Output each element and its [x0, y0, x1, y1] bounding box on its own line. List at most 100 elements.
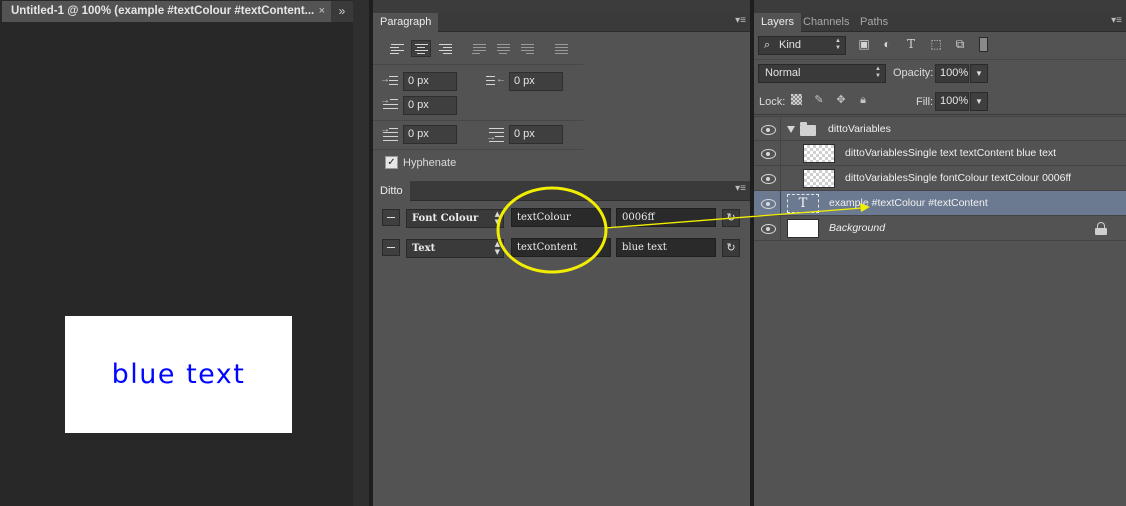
document-tab[interactable]: Untitled-1 @ 100% (example #textColour #… [2, 1, 331, 22]
lock-transparent-pixels-icon[interactable] [790, 93, 804, 107]
eye-icon[interactable] [760, 171, 776, 185]
layer-thumbnail [803, 169, 835, 188]
image-filter-icon[interactable]: ▣ [856, 37, 872, 52]
indent-left-icon: → [380, 74, 398, 90]
justify-last-right-icon[interactable] [517, 40, 537, 57]
layer-name: example #textColour #textContent [829, 197, 988, 209]
panel-menu-icon[interactable]: ▾≡ [735, 15, 746, 26]
indent-right-icon: ← [486, 74, 506, 90]
layer-row-selected[interactable]: T example #textColour #textContent [754, 190, 1126, 215]
value-field[interactable]: blue text [616, 238, 716, 257]
indent-right-field[interactable]: 0 px [509, 72, 563, 91]
canvas-text: blue text [111, 359, 246, 390]
collapse-strip [373, 0, 750, 13]
property-select[interactable]: Font Colour ▲ ▼ [406, 209, 504, 228]
divider [373, 149, 583, 150]
layer-row-background[interactable]: Background [754, 215, 1126, 240]
align-right-icon[interactable] [435, 40, 455, 57]
eye-icon[interactable] [760, 221, 776, 235]
layer-row-group[interactable]: dittoVariables [754, 116, 1126, 141]
eye-icon[interactable] [760, 122, 776, 136]
value-field[interactable]: 0006ff [616, 208, 716, 227]
property-select-value: Text [412, 243, 436, 254]
document-area: Untitled-1 @ 100% (example #textColour #… [0, 0, 353, 506]
hyphenate-label: Hyphenate [403, 157, 457, 169]
shape-filter-icon[interactable]: ⬚ [928, 37, 944, 52]
indent-first-line-field[interactable]: 0 px [403, 96, 457, 115]
expand-panels-icon[interactable]: » [331, 1, 353, 22]
folder-icon [800, 122, 816, 136]
filter-kind-select[interactable]: ⌕ Kind ▲ ▼ [758, 36, 846, 55]
layer-thumbnail [787, 219, 819, 238]
justify-all-icon[interactable] [551, 40, 571, 57]
justify-last-left-icon[interactable] [469, 40, 489, 57]
tab-channels[interactable]: Channels [796, 13, 856, 32]
middle-panel-column: Paragraph ▾≡ → 0 px ← 0 px → 0 px → 0 px… [373, 0, 750, 506]
divider [780, 216, 781, 240]
layer-name: dittoVariablesSingle text textContent bl… [845, 147, 1057, 159]
spinner-arrows-icon: ▲ ▼ [494, 210, 500, 226]
divider [780, 166, 781, 190]
document-canvas[interactable]: blue text [65, 316, 292, 433]
layer-row[interactable]: dittoVariablesSingle fontColour textColo… [754, 165, 1126, 190]
indent-left-field[interactable]: 0 px [403, 72, 457, 91]
divider [373, 64, 583, 65]
lock-position-icon[interactable]: ✥ [834, 93, 848, 107]
text-filter-icon[interactable]: T [903, 37, 919, 52]
spinner-arrows-icon: ▲ ▼ [875, 66, 881, 79]
panel-menu-icon[interactable]: ▾≡ [735, 183, 746, 194]
align-left-icon[interactable] [387, 40, 407, 57]
collapse-strip [754, 0, 1126, 13]
lock-image-pixels-icon[interactable]: ✎ [812, 93, 826, 107]
paragraph-tabbar: Paragraph ▾≡ [373, 13, 750, 32]
layer-name: Background [829, 222, 886, 234]
divider [754, 114, 1126, 115]
tab-layers[interactable]: Layers [754, 13, 802, 32]
space-before-field[interactable]: 0 px [403, 125, 457, 144]
refresh-icon[interactable]: ↻ [722, 239, 740, 257]
divider [754, 240, 1126, 241]
hyphenate-checkbox[interactable]: ✓ [385, 156, 398, 169]
divider [373, 120, 583, 121]
divider [780, 141, 781, 165]
expand-triangle-icon[interactable] [787, 126, 795, 133]
space-after-field[interactable]: 0 px [509, 125, 563, 144]
smart-object-filter-icon[interactable]: ⧉ [952, 37, 968, 52]
variable-field[interactable]: textColour [511, 208, 611, 227]
divider [780, 191, 781, 215]
indent-first-line-icon: → [380, 95, 398, 114]
layers-panel: Layers Channels Paths ▾≡ ⌕ Kind ▲ ▼ ▣ ◐ T… [754, 0, 1126, 506]
fill-dropdown-icon[interactable]: ▼ [970, 92, 988, 111]
adjustment-filter-icon[interactable]: ◐ [879, 37, 895, 52]
eye-icon[interactable] [760, 146, 776, 160]
layers-tabbar: Layers Channels Paths ▾≡ [754, 13, 1126, 32]
blend-mode-value: Normal [765, 67, 801, 79]
fill-field[interactable]: 100% [935, 92, 969, 111]
justify-last-center-icon[interactable] [493, 40, 513, 57]
remove-row-button[interactable] [382, 209, 400, 226]
panel-menu-icon[interactable]: ▾≡ [1111, 15, 1122, 26]
blend-mode-select[interactable]: Normal ▲ ▼ [758, 64, 886, 83]
lock-label: Lock: [759, 96, 786, 108]
variable-field[interactable]: textContent [511, 238, 611, 257]
layer-row[interactable]: dittoVariablesSingle text textContent bl… [754, 140, 1126, 165]
eye-icon[interactable] [760, 196, 776, 210]
refresh-icon[interactable]: ↻ [722, 209, 740, 227]
spinner-arrows-icon: ▲ ▼ [494, 240, 500, 256]
opacity-field[interactable]: 100% [935, 64, 969, 83]
property-select[interactable]: Text ▲ ▼ [406, 239, 504, 258]
close-icon[interactable]: × [319, 1, 325, 22]
remove-row-button[interactable] [382, 239, 400, 256]
layer-name: dittoVariablesSingle fontColour textColo… [845, 172, 1072, 184]
document-scroll-gutter [353, 0, 369, 506]
opacity-dropdown-icon[interactable]: ▼ [970, 64, 988, 83]
space-before-icon: → [380, 124, 398, 143]
tab-paragraph[interactable]: Paragraph [373, 13, 439, 32]
property-select-value: Font Colour [412, 213, 479, 224]
lock-all-icon[interactable]: 🔒︎ [856, 93, 870, 107]
filter-toggle-icon[interactable] [979, 37, 988, 52]
tab-ditto[interactable]: Ditto [373, 181, 410, 201]
tab-paths[interactable]: Paths [853, 13, 895, 32]
align-center-icon[interactable] [411, 40, 431, 57]
layer-thumbnail [803, 144, 835, 163]
